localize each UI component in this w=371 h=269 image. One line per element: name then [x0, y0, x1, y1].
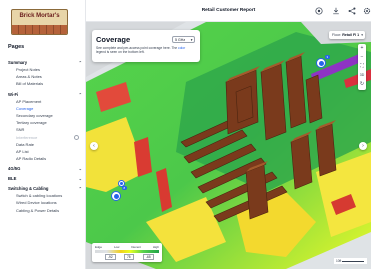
legend-value-edge[interactable]: -92	[105, 254, 116, 260]
sidebar-item-label: Switch & cabling locations	[16, 193, 63, 199]
sidebar-item-label: Interference	[16, 134, 38, 140]
sidebar-item-label: AP List	[16, 148, 29, 154]
map-scale: 10ft	[334, 258, 367, 264]
sidebar-item-areas-notes[interactable]: Areas & Notes	[8, 73, 82, 80]
sidebar-item-wired-device-locations[interactable]: Wired Device locations	[8, 199, 82, 206]
sidebar-item-label: Project Notes	[16, 67, 41, 72]
scale-label: 10ft	[336, 259, 342, 263]
legend-labels: Edge Low Decent High	[95, 245, 159, 249]
nav-section-label: BLE	[8, 176, 17, 182]
floor-value: Retail Fl 1	[342, 33, 360, 37]
3d-toggle-button[interactable]: 3D	[358, 71, 366, 80]
chevron-down-icon: ▾	[190, 38, 193, 42]
nav-section-label: 4G/5G	[8, 166, 21, 172]
band-select-value: 5 GHz	[175, 38, 186, 42]
scale-bar	[342, 261, 364, 262]
floor-selector[interactable]: Floor: Retail Fl 1 ▾	[329, 31, 365, 39]
legend-values: -92 75 -65	[95, 254, 159, 260]
settings-icon[interactable]	[361, 5, 371, 16]
nav-section-ble[interactable]: BLE ⌄	[8, 175, 82, 182]
legend-value-decent[interactable]: -65	[143, 254, 154, 260]
page-nav: Summary ⌃ Project Notes Areas & Notes Bill o…	[8, 56, 82, 214]
sidebar-item-coverage[interactable]: Coverage	[8, 105, 82, 112]
nav-section-wi-fi[interactable]: Wi-Fi ⌃	[8, 91, 82, 98]
legend-label-edge: Edge	[95, 245, 103, 249]
legend-label-high: High	[152, 245, 159, 249]
ap-marker[interactable]	[316, 58, 326, 68]
sidebar-item-bill-of-materials[interactable]: Bill of Materials	[8, 80, 82, 87]
nav-section-switching-cabling[interactable]: Switching & Cabling ⌃	[8, 185, 82, 192]
share-icon[interactable]	[346, 5, 357, 16]
sidebar-item-cabling-power-details[interactable]: Cabling & Power Details	[8, 207, 82, 214]
sidebar-item-label: Areas & Notes	[16, 74, 42, 80]
sidebar-item-project-notes[interactable]: Project Notes	[8, 66, 82, 73]
coverage-info-panel: Coverage 5 GHz ▾ See complete and per-ac…	[92, 30, 200, 62]
lock-icon	[74, 134, 79, 140]
top-bar: Retail Customer Report	[86, 0, 371, 22]
sidebar-item-label: Wired Device locations	[16, 200, 57, 206]
sidebar-item-tertiary-coverage[interactable]: Tertiary coverage	[8, 119, 82, 126]
sidebar-item-label: Bill of Materials	[16, 81, 44, 87]
sidebar-item-label: Cabling & Power Details	[16, 207, 60, 213]
ap-marker[interactable]	[111, 191, 121, 201]
chevron-down-icon: ▾	[361, 33, 363, 37]
sidebar-item-label: Data Rate	[16, 141, 35, 147]
logo-brick-pattern	[12, 25, 67, 34]
nav-section-label: Wi-Fi	[8, 91, 19, 97]
report-title: Retail Customer Report	[201, 8, 256, 13]
chevron-up-icon: ⌃	[78, 91, 82, 97]
nav-section-label: Switching & Cabling	[8, 186, 49, 192]
legend-label-decent: Decent	[131, 245, 141, 249]
rotate-button[interactable]: ↻	[358, 80, 366, 89]
map-toolbar: + − ⛶ 3D ↻	[358, 44, 366, 90]
chevron-up-icon: ⌃	[78, 186, 82, 192]
signal-legend: Edge Low Decent High -92 75 -65	[92, 243, 162, 262]
coverage-description: See complete and per-access point covera…	[96, 46, 196, 54]
band-select[interactable]: 5 GHz ▾	[172, 36, 195, 43]
sidebar-item-interference[interactable]: Interference	[8, 134, 82, 141]
download-icon[interactable]	[330, 5, 341, 16]
nav-section-summary[interactable]: Summary ⌃	[8, 59, 82, 66]
coverage-title: Coverage	[96, 35, 131, 44]
sidebar-item-switch-cabling-locations[interactable]: Switch & cabling locations	[8, 192, 82, 199]
wifi-ap-icon	[318, 60, 324, 66]
brand-logo[interactable]: Brick Mortar's	[11, 9, 68, 35]
chevron-down-icon: ⌄	[78, 166, 82, 172]
prev-arrow-icon[interactable]: ‹	[90, 142, 98, 150]
legend-value-low[interactable]: 75	[124, 254, 134, 260]
wifi-ap-icon	[120, 182, 123, 185]
logo-text: Brick Mortar's	[19, 13, 60, 19]
ap-marker[interactable]	[118, 180, 125, 187]
sidebar-item-label: AP Placement	[16, 98, 42, 104]
ap-badge: 3	[325, 55, 330, 59]
target-icon[interactable]	[313, 5, 324, 16]
sidebar-item-ap-placement[interactable]: AP Placement	[8, 98, 82, 105]
sidebar-item-secondary-coverage[interactable]: Secondary coverage	[8, 112, 82, 119]
wifi-ap-icon	[113, 193, 119, 199]
floor-label: Floor:	[332, 33, 342, 37]
sidebar-item-data-rate[interactable]: Data Rate	[8, 141, 82, 148]
sidebar: Brick Mortar's Pages Summary ⌃ Project Not…	[0, 0, 86, 269]
sidebar-item-ap-radio-details[interactable]: AP Radio Details	[8, 155, 82, 162]
sidebar-item-label: Tertiary coverage	[16, 120, 47, 126]
fit-to-screen-button[interactable]: ⛶	[358, 62, 366, 71]
color-legend-link[interactable]: color	[178, 46, 185, 50]
chevron-up-icon: ⌃	[78, 60, 82, 65]
sidebar-item-label: Secondary coverage	[16, 112, 53, 118]
pages-title: Pages	[8, 44, 25, 50]
chevron-down-icon: ⌄	[78, 176, 82, 182]
nav-section-label: Summary	[8, 60, 28, 65]
zoom-in-button[interactable]: +	[358, 44, 366, 53]
coverage-desc-text-end: legend is seen on the bottom left.	[96, 50, 145, 55]
legend-color-bar	[95, 250, 159, 253]
legend-label-low: Low	[113, 245, 120, 249]
sidebar-item-ap-list[interactable]: AP List	[8, 148, 82, 155]
zoom-out-button[interactable]: −	[358, 53, 366, 62]
sidebar-item-label: SNR	[16, 127, 25, 133]
next-arrow-icon[interactable]: ›	[359, 142, 367, 150]
sidebar-item-label: Coverage	[16, 105, 34, 111]
nav-section-4g-5g[interactable]: 4G/5G ⌄	[8, 165, 82, 172]
sidebar-item-snr[interactable]: SNR	[8, 126, 82, 133]
sidebar-item-label: AP Radio Details	[16, 156, 47, 162]
